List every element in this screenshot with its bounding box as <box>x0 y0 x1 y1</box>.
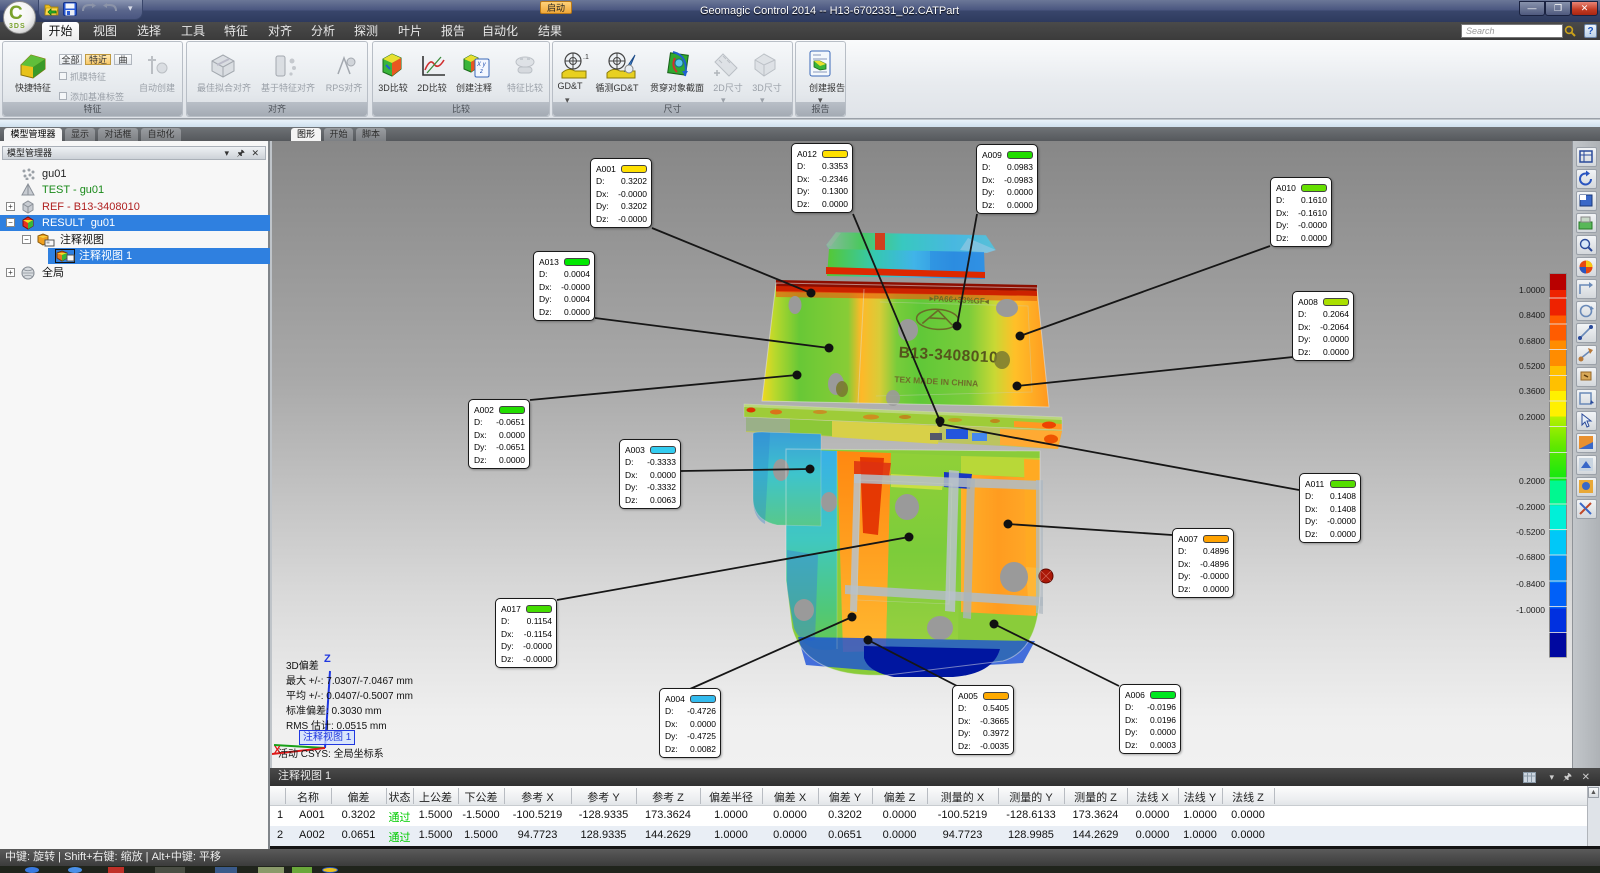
svg-text:.1: .1 <box>583 54 589 61</box>
svg-text:X y: X y <box>476 62 487 68</box>
svg-text:z: z <box>479 69 483 75</box>
